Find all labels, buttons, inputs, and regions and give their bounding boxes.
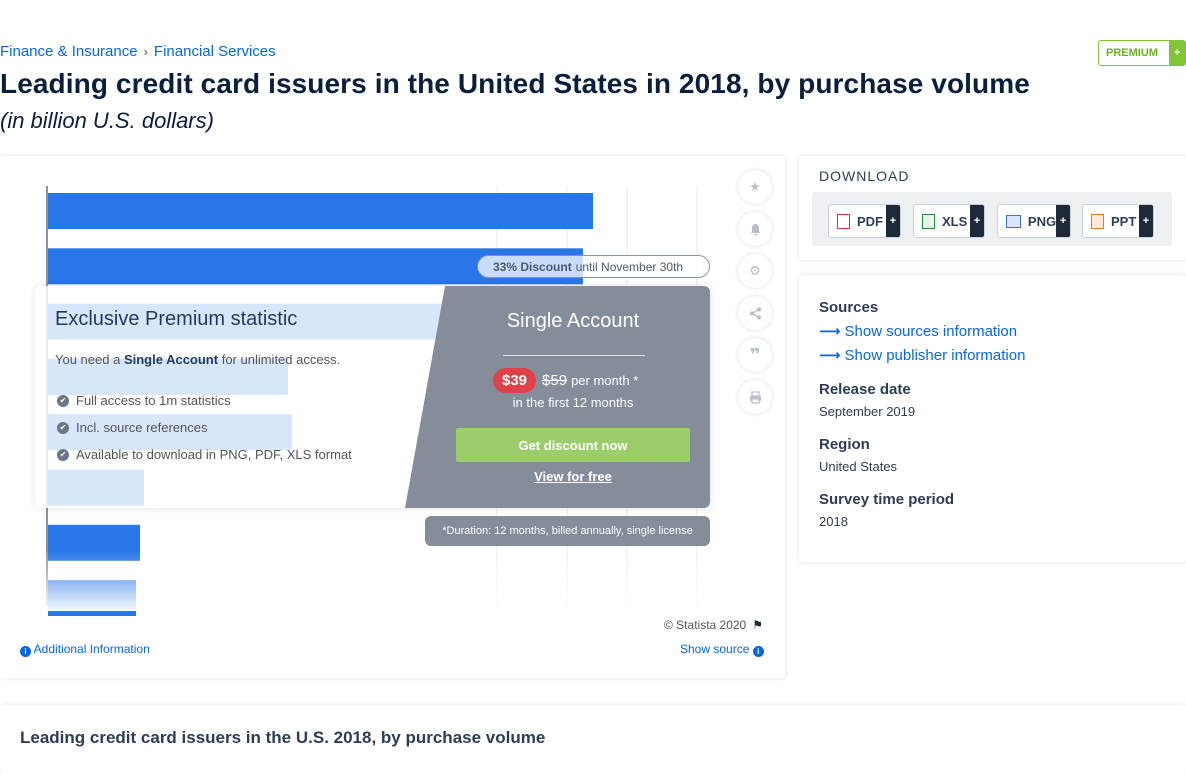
- need-prefix: You need a: [55, 352, 121, 367]
- description-title: Leading credit card issuers in the U.S. …: [20, 728, 546, 747]
- feature-item: ✔ Incl. source references: [57, 420, 208, 435]
- discount-pill-bold: 33% Discount: [493, 259, 572, 274]
- copyright-text: © Statista 2020: [664, 618, 747, 632]
- description-card: Leading credit card issuers in the U.S. …: [0, 705, 1186, 775]
- info-icon: i: [20, 646, 31, 657]
- statistic-info-card: Sources ⟶ Show sources information ⟶ Show …: [799, 275, 1186, 562]
- price-row: $39 $59 per month *: [493, 368, 638, 393]
- chart-fade: [40, 551, 720, 611]
- download-pdf-button[interactable]: PDF +: [828, 204, 901, 238]
- get-discount-button[interactable]: Get discount now: [456, 428, 690, 462]
- plus-icon: +: [970, 205, 984, 237]
- star-icon[interactable]: ★: [738, 170, 772, 204]
- download-pdf-label: PDF: [857, 213, 883, 229]
- pdf-file-icon: [837, 213, 850, 229]
- quote-icon[interactable]: ❞: [738, 338, 772, 372]
- price-period-note: in the first 12 months: [512, 395, 634, 410]
- survey-period-value: 2018: [819, 514, 848, 529]
- check-icon: ✔: [57, 421, 69, 434]
- arrow-right-icon: ⟶: [819, 347, 841, 364]
- overlay-title: Exclusive Premium statistic: [55, 308, 298, 330]
- show-sources-label: Show sources information: [844, 323, 1018, 340]
- price-new: $39: [493, 368, 537, 393]
- info-icon: i: [752, 646, 764, 657]
- overlay-need-text: You need a Single Account for unlimited …: [55, 352, 340, 367]
- show-publisher-link[interactable]: ⟶ Show publisher information: [819, 346, 1025, 364]
- additional-information-label: Additional Information: [33, 642, 150, 656]
- view-for-free-link[interactable]: View for free: [465, 469, 681, 484]
- show-sources-link[interactable]: ⟶ Show sources information: [819, 322, 1017, 340]
- bar: [48, 193, 593, 229]
- page-subtitle: (in billion U.S. dollars): [0, 108, 214, 133]
- ppt-file-icon: [1091, 213, 1104, 229]
- feature-item: ✔ Available to download in PNG, PDF, XLS…: [57, 447, 352, 462]
- plus-icon: +: [886, 205, 900, 237]
- download-png-label: PNG: [1027, 213, 1057, 229]
- plan-divider: [503, 355, 645, 356]
- breadcrumb: Finance & Insurance › Financial Services: [0, 43, 276, 60]
- share-icon[interactable]: [738, 296, 772, 330]
- gear-icon[interactable]: ⚙: [738, 254, 772, 288]
- flag-icon[interactable]: ⚑: [752, 618, 763, 632]
- xls-file-icon: [922, 213, 935, 229]
- additional-information-link[interactable]: i Additional Information: [20, 642, 150, 657]
- feature-label: Incl. source references: [76, 420, 208, 435]
- plus-icon: +: [1056, 205, 1070, 237]
- download-options: PDF + XLS + PNG + PPT +: [812, 192, 1172, 246]
- download-ppt-button[interactable]: PPT +: [1082, 204, 1154, 238]
- feature-label: Available to download in PNG, PDF, XLS f…: [76, 447, 352, 462]
- png-file-icon: [1006, 214, 1021, 228]
- bell-icon[interactable]: [738, 212, 772, 246]
- show-publisher-label: Show publisher information: [844, 347, 1026, 364]
- feature-item: ✔ Full access to 1m statistics: [57, 393, 231, 408]
- price-old: $59: [542, 372, 568, 389]
- premium-badge-label: PREMIUM: [1106, 47, 1158, 59]
- download-png-button[interactable]: PNG +: [997, 204, 1071, 238]
- premium-overlay: Exclusive Premium statistic You need a S…: [35, 286, 710, 508]
- plus-icon: +: [1169, 41, 1185, 65]
- show-source-link[interactable]: Show source i: [680, 642, 764, 657]
- need-suffix: for unlimited access.: [221, 352, 341, 367]
- discount-pill: 33% Discount until November 30th: [477, 255, 710, 278]
- check-icon: ✔: [57, 394, 69, 407]
- download-xls-button[interactable]: XLS +: [913, 204, 985, 238]
- arrow-right-icon: ⟶: [819, 323, 841, 340]
- release-date-heading: Release date: [819, 381, 911, 398]
- survey-period-heading: Survey time period: [819, 491, 955, 508]
- breadcrumb-link-finance[interactable]: Finance & Insurance: [0, 43, 138, 60]
- chart-copyright: © Statista 2020 ⚑: [664, 618, 763, 632]
- plan-name: Single Account: [506, 310, 640, 332]
- sources-heading: Sources: [819, 299, 879, 316]
- download-ppt-label: PPT: [1111, 213, 1137, 229]
- check-icon: ✔: [57, 448, 69, 461]
- feature-label: Full access to 1m statistics: [76, 393, 231, 408]
- print-icon[interactable]: [738, 380, 772, 414]
- download-xls-label: XLS: [942, 213, 968, 229]
- page-title: Leading credit card issuers in the Unite…: [0, 68, 1030, 99]
- duration-note: *Duration: 12 months, billed annually, s…: [425, 516, 710, 546]
- region-value: United States: [819, 459, 898, 474]
- premium-badge[interactable]: PREMIUM +: [1098, 40, 1186, 66]
- region-heading: Region: [819, 436, 870, 453]
- discount-pill-rest: until November 30th: [575, 259, 684, 274]
- release-date-value: September 2019: [819, 404, 916, 419]
- download-title: DOWNLOAD: [819, 168, 910, 184]
- chart-tools: ★ ⚙ ❞: [738, 170, 772, 422]
- chart-card: ★ ⚙ ❞ Exclusive Premium statistic You ne…: [0, 156, 785, 678]
- show-source-label: Show source: [680, 642, 750, 656]
- download-card: DOWNLOAD PDF + XLS + PNG + PPT +: [799, 156, 1186, 260]
- plus-icon: +: [1139, 205, 1153, 237]
- breadcrumb-separator: ›: [143, 44, 148, 59]
- price-per: per month *: [571, 373, 639, 388]
- breadcrumb-link-financial-services[interactable]: Financial Services: [154, 43, 276, 60]
- need-bold: Single Account: [123, 352, 219, 367]
